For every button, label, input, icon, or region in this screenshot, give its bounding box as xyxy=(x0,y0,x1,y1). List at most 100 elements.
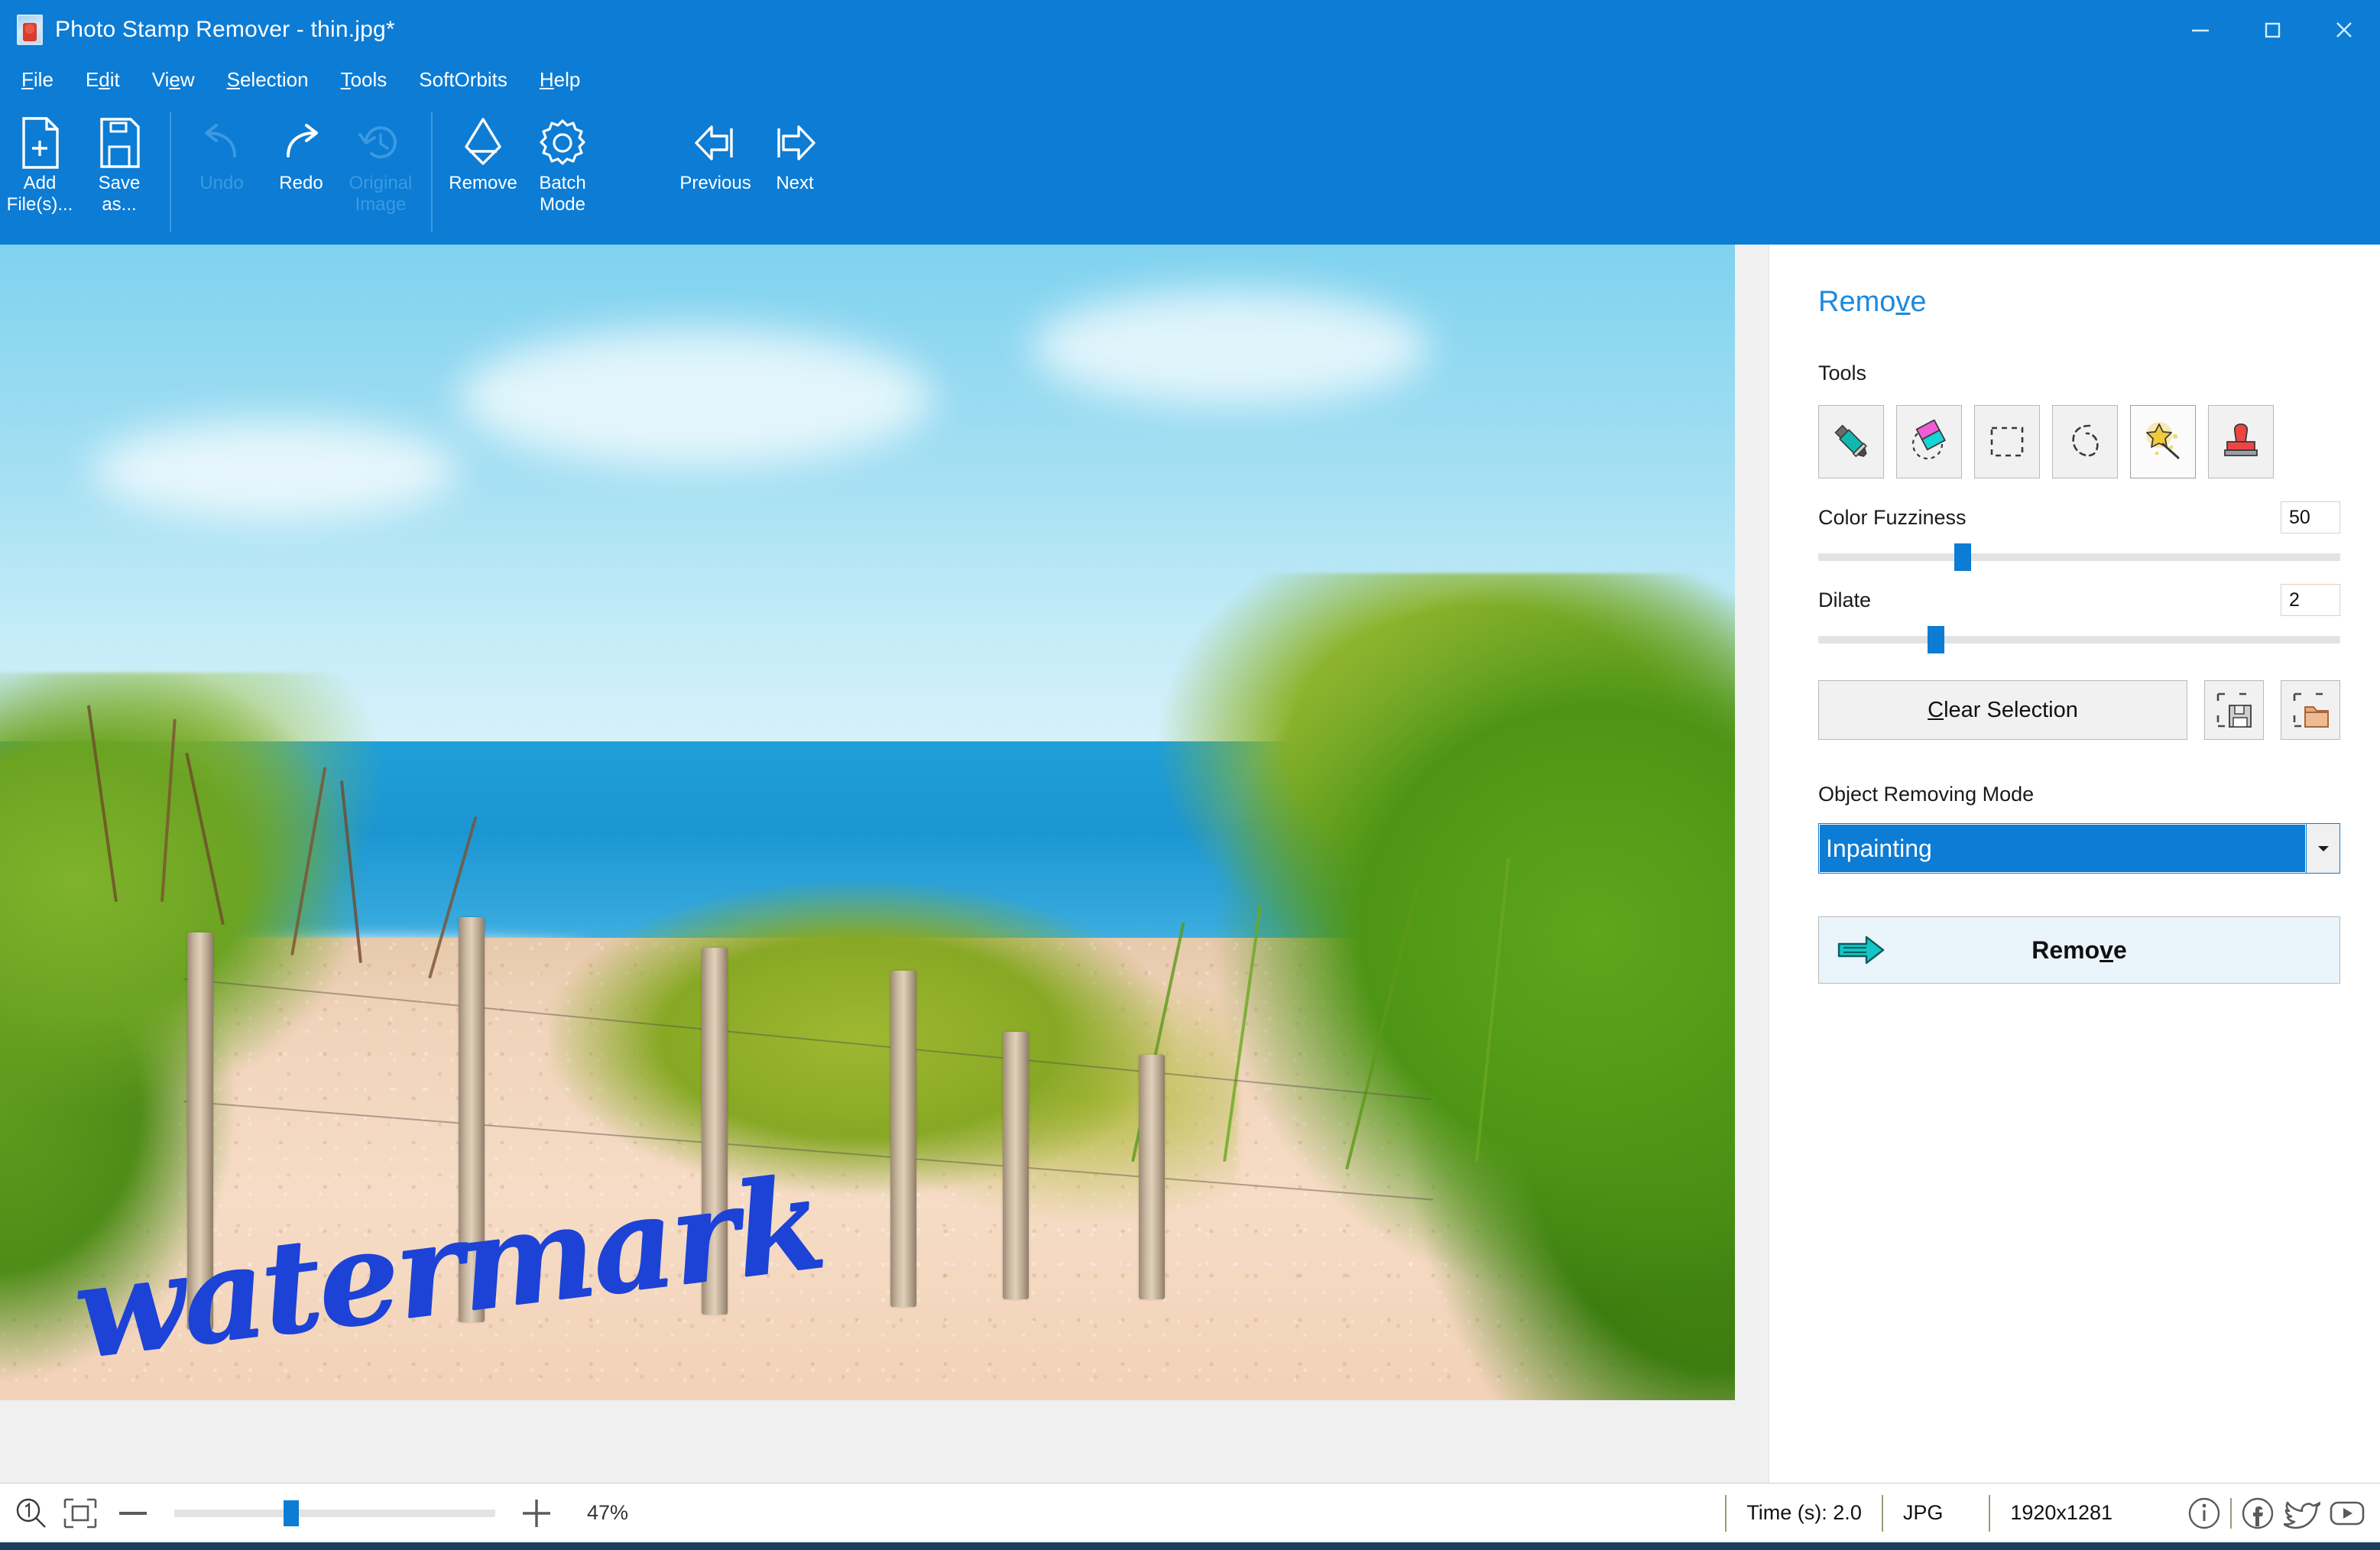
menu-tools[interactable]: Tools xyxy=(341,68,387,92)
toolbar-previous[interactable]: Previous xyxy=(676,105,755,194)
menu-help[interactable]: Help xyxy=(540,68,580,92)
dilate-thumb[interactable] xyxy=(1928,626,1945,653)
photo-image[interactable]: watermark xyxy=(0,245,1735,1400)
undo-icon xyxy=(198,116,245,170)
t2: ools xyxy=(350,67,387,91)
gear-icon xyxy=(537,116,588,170)
menu-view[interactable]: View xyxy=(152,68,195,92)
color-fuzziness-slider[interactable] xyxy=(1818,543,2340,571)
panel-title: Remove xyxy=(1818,286,1927,318)
zoom-slider-thumb[interactable] xyxy=(283,1500,299,1526)
dilate-value[interactable]: 2 xyxy=(2281,584,2340,616)
toolbar-original-image[interactable]: Original Image xyxy=(341,105,420,216)
menu-bar: File Edit View Selection Tools SoftOrbit… xyxy=(0,60,2380,99)
footer-strip xyxy=(0,1542,2380,1550)
twitter-icon xyxy=(2284,1501,2320,1529)
info-icon xyxy=(2188,1497,2220,1529)
remove-action-button[interactable]: Remove xyxy=(1818,916,2340,984)
v2: w xyxy=(180,67,195,91)
app-icon xyxy=(17,15,43,45)
dilate-block: Dilate 2 xyxy=(1818,584,2340,653)
menu-selection[interactable]: Selection xyxy=(227,68,309,92)
zoom-percent-label: 47% xyxy=(587,1501,629,1524)
toolbar-save-as-label: Save as... xyxy=(99,173,141,216)
title-bar: Photo Stamp Remover - thin.jpg* xyxy=(0,0,2380,60)
minimize-button[interactable] xyxy=(2164,0,2236,60)
fence-post xyxy=(1139,1055,1165,1299)
dilate-slider[interactable] xyxy=(1818,626,2340,653)
toolbar-redo-label: Redo xyxy=(279,173,323,193)
arrow-left-icon xyxy=(692,116,739,170)
tool-eraser[interactable] xyxy=(1896,405,1962,478)
color-fuzziness-thumb[interactable] xyxy=(1954,543,1971,571)
tool-marker-pen[interactable] xyxy=(1818,405,1884,478)
h2: elp xyxy=(553,67,581,91)
object-removing-mode-select[interactable]: Inpainting xyxy=(1818,823,2340,874)
stamp-icon xyxy=(2224,423,2258,456)
sv-l1: Save xyxy=(98,173,141,193)
magic-wand-icon xyxy=(2146,422,2180,459)
sv-l2: as... xyxy=(102,194,137,215)
toolbar-batch-mode[interactable]: Batch Mode xyxy=(523,105,602,216)
toolbar-group-file: Add File(s)... Save as... xyxy=(0,105,159,245)
lasso-select-icon xyxy=(2072,424,2099,457)
toolbar-undo[interactable]: Undo xyxy=(182,105,261,194)
marker-pen-icon xyxy=(1834,424,1867,458)
u1: Undo xyxy=(199,173,244,193)
minus-icon xyxy=(119,1511,147,1515)
toolbar-next-label: Next xyxy=(776,173,814,193)
toolbar-remove-label: Remove xyxy=(449,173,517,193)
toolbar-redo[interactable]: Redo xyxy=(261,105,341,194)
redo-icon xyxy=(277,116,325,170)
toolbar-save-as[interactable]: Save as... xyxy=(79,105,159,216)
object-removing-mode-value[interactable]: Inpainting xyxy=(1819,824,2306,873)
chevron-down-icon[interactable] xyxy=(2306,824,2339,873)
tool-magic-wand[interactable] xyxy=(2130,405,2196,478)
menu-edit[interactable]: Edit xyxy=(86,68,120,92)
color-fuzziness-value[interactable]: 50 xyxy=(2281,501,2340,533)
tool-lasso-select[interactable] xyxy=(2052,405,2118,478)
s2: election xyxy=(239,67,309,91)
zoom-slider[interactable] xyxy=(174,1500,495,1526)
load-selection-button[interactable] xyxy=(2281,680,2340,740)
tool-stamp[interactable] xyxy=(2208,405,2274,478)
lbl-l1: Add xyxy=(23,173,57,193)
e2: it xyxy=(109,67,120,91)
tools-label: Tools xyxy=(1818,362,1867,384)
toolbar-next[interactable]: Next xyxy=(755,105,835,194)
facebook-icon xyxy=(2242,1497,2274,1529)
add-file-icon xyxy=(18,116,62,170)
window-controls xyxy=(2164,0,2380,60)
original-image-icon xyxy=(357,116,404,170)
clear-selection-button[interactable]: Clear Selection xyxy=(1818,680,2187,740)
toolbar-remove[interactable]: Remove xyxy=(443,105,523,194)
maximize-button[interactable] xyxy=(2236,0,2308,60)
menu-softorbits[interactable]: SoftOrbits xyxy=(419,68,507,92)
fit-to-window-icon xyxy=(63,1498,97,1528)
v1: Vi xyxy=(151,67,170,91)
toolbar-add-files-label: Add File(s)... xyxy=(7,173,73,216)
remove-panel: Remove Tools Color Fuzziness 50 Dilate 2… xyxy=(1769,245,2380,1483)
canvas-area[interactable]: watermark xyxy=(0,245,1769,1483)
rectangle-select-icon xyxy=(1990,426,2024,457)
menu-file-rest: ile xyxy=(33,67,54,91)
b2: Mode xyxy=(539,194,586,215)
application-window: Photo Stamp Remover - thin.jpg* File Edi… xyxy=(0,0,2380,1550)
fence-post xyxy=(1003,1032,1029,1299)
social-icons xyxy=(2166,1495,2380,1532)
status-dimensions: 1920x1281 xyxy=(1989,1494,2166,1532)
toolbar-add-files[interactable]: Add File(s)... xyxy=(0,105,79,216)
grass-right xyxy=(1017,573,1735,1400)
tool-rectangle-select[interactable] xyxy=(1974,405,2040,478)
menu-file[interactable]: File xyxy=(21,68,54,92)
window-title: Photo Stamp Remover - thin.jpg* xyxy=(55,17,395,42)
toolbar-group-actions: Remove Batch Mode xyxy=(443,105,602,245)
zoom-1to1-icon xyxy=(16,1498,46,1528)
save-selection-icon xyxy=(2216,692,2252,728)
toolbar-batch-mode-label: Batch Mode xyxy=(539,173,585,216)
close-button[interactable] xyxy=(2308,0,2380,60)
status-right: Time (s): 2.0 JPG 1920x1281 xyxy=(1725,1484,2380,1542)
status-separator xyxy=(2230,1497,2232,1529)
status-time: Time (s): 2.0 xyxy=(1725,1494,1882,1532)
save-selection-button[interactable] xyxy=(2204,680,2264,740)
